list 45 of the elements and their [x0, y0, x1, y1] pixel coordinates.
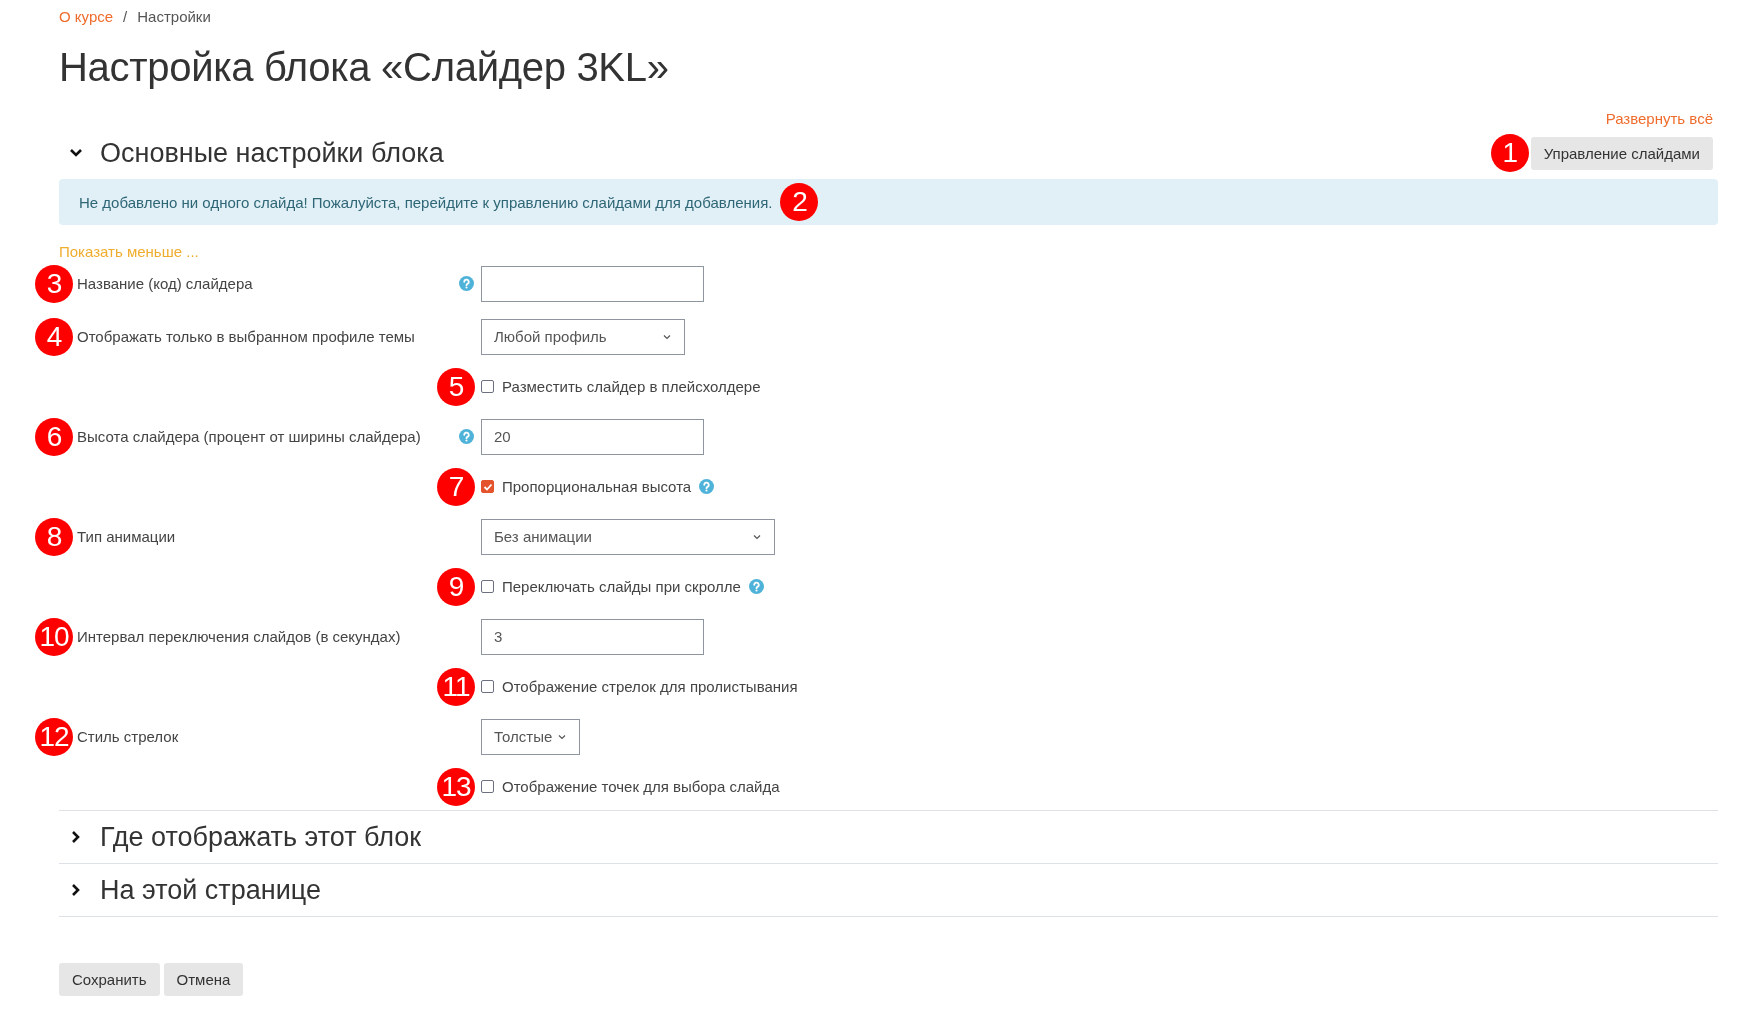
dropdown[interactable]: Толстые [481, 718, 580, 755]
checkbox-label[interactable]: Переключать слайды при скролле [502, 578, 741, 595]
dropdown[interactable]: Без анимации [481, 518, 775, 555]
number-marker: 1 [1490, 134, 1529, 172]
input-field[interactable] [481, 265, 704, 302]
field-label: Отображать только в выбранном профиле темы [77, 328, 416, 345]
number-marker: 8 [35, 517, 73, 556]
checkbox[interactable] [481, 380, 494, 393]
section-title[interactable]: Основные настройки блока [100, 137, 444, 169]
checkbox[interactable] [481, 580, 494, 593]
number-marker: 10 [35, 617, 73, 656]
checkbox[interactable] [481, 680, 494, 693]
manage-slides-button[interactable]: Управление слайдами [1530, 136, 1713, 170]
breadcrumb-item: Настройки [137, 7, 211, 25]
breadcrumb-separator: / [123, 7, 128, 25]
checkbox[interactable] [481, 780, 494, 793]
number-marker: 6 [35, 417, 73, 456]
input-field[interactable]: 3 [481, 618, 704, 655]
number-marker: 9 [437, 567, 475, 606]
field-label: Тип анимации [77, 528, 177, 545]
number-marker: 5 [437, 367, 475, 406]
checkbox-label[interactable]: Отображение стрелок для пролистывания [502, 678, 798, 695]
number-marker: 4 [35, 317, 73, 356]
checkbox[interactable] [481, 480, 494, 493]
cancel-button[interactable]: Отмена [163, 963, 244, 996]
field-label: Интервал переключения слайдов (в секундах) [77, 628, 402, 645]
checkbox-label[interactable]: Разместить слайдер в плейсхолдере [502, 378, 761, 395]
field-label: Высота слайдера (процент от ширины слайдера) [77, 428, 422, 445]
number-marker: 11 [437, 667, 475, 706]
checkbox-label[interactable]: Отображение точек для выбора слайда [502, 778, 780, 795]
checkbox-label[interactable]: Пропорциональная высота [502, 478, 692, 495]
number-marker: 12 [35, 717, 73, 756]
page-title: Настройка блока «Слайдер 3KL» [59, 44, 670, 91]
number-marker: 13 [437, 767, 475, 806]
section-title[interactable]: На этой странице [100, 874, 321, 906]
save-button[interactable]: Сохранить [59, 963, 160, 996]
number-marker: 2 [780, 183, 819, 221]
number-marker: 7 [437, 467, 475, 506]
input-field[interactable]: 20 [481, 418, 704, 455]
alert-text: Не добавлено ни одного слайда! Пожалуйста, перейдите к управлению слайдами для добавления. [79, 193, 773, 211]
field-label: Стиль стрелок [77, 728, 180, 745]
dropdown[interactable]: Любой профиль [481, 318, 685, 355]
number-marker: 3 [35, 264, 73, 303]
field-label: Название (код) слайдера [77, 275, 254, 292]
section-title[interactable]: Где отображать этот блок [100, 821, 422, 853]
